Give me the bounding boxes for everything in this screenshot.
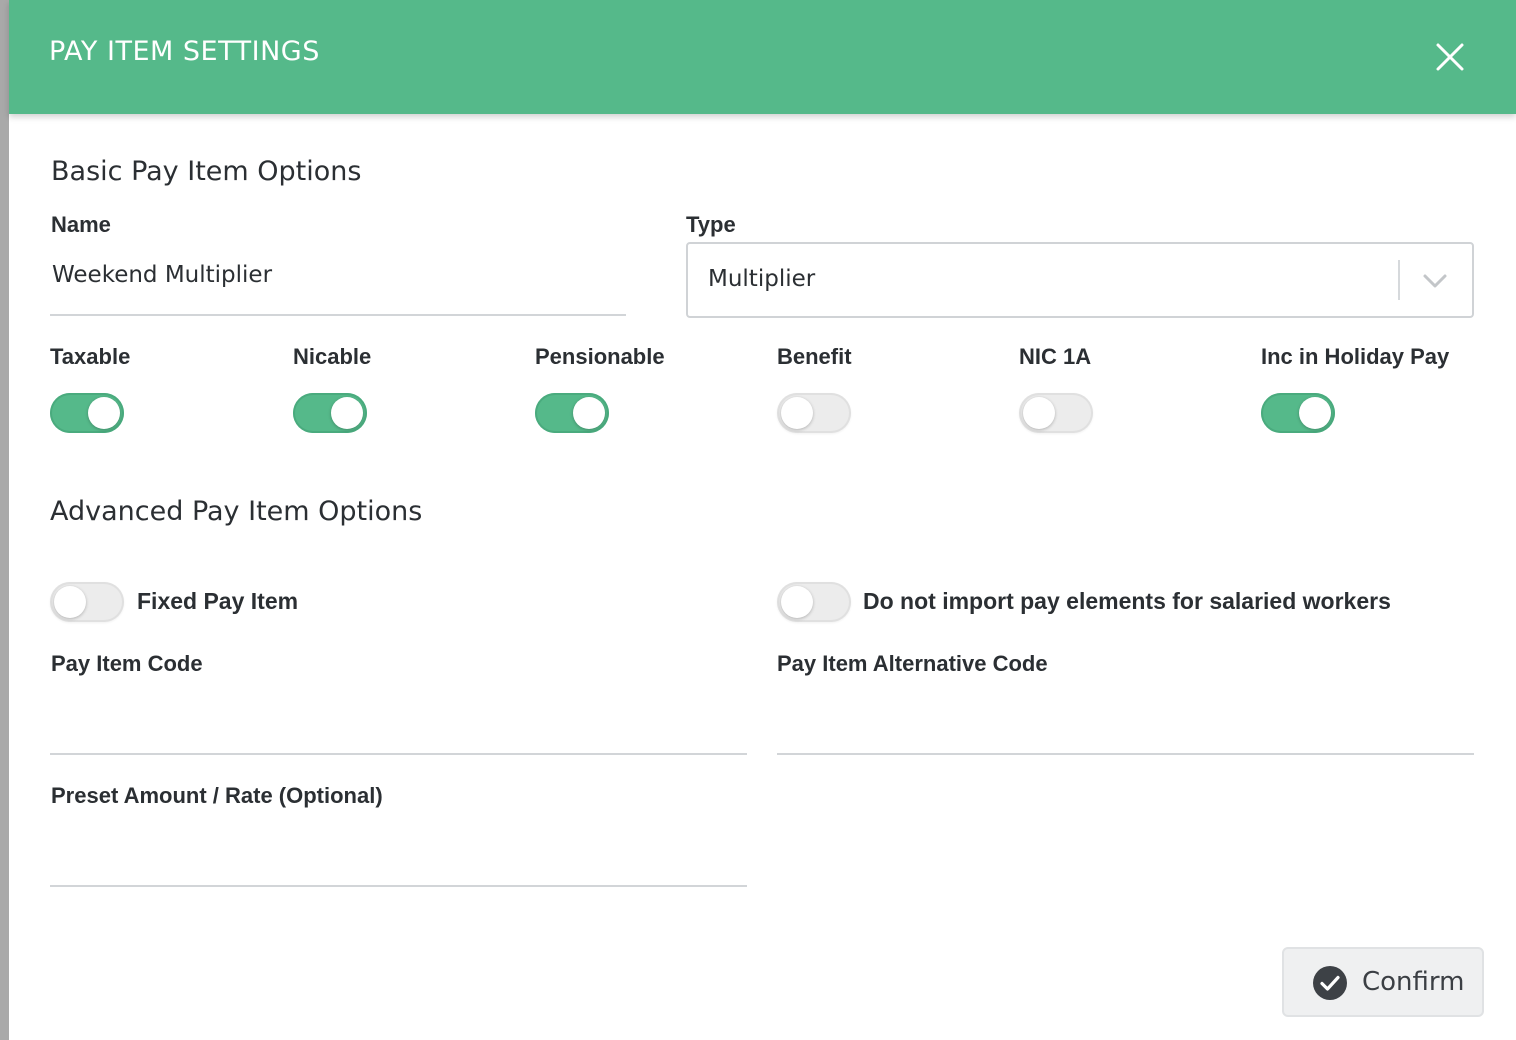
pensionable-label: Pensionable (535, 344, 665, 369)
modal-header: PAY ITEM SETTINGS (9, 0, 1516, 114)
pensionable-toggle[interactable] (535, 393, 609, 433)
nic-1a-toggle[interactable] (1019, 393, 1093, 433)
inc-holiday-pay-toggle[interactable] (1261, 393, 1335, 433)
type-select[interactable]: Multiplier (686, 242, 1474, 318)
select-separator (1398, 260, 1400, 300)
preset-amount-input[interactable] (50, 832, 747, 887)
benefit-label: Benefit (777, 344, 852, 369)
modal-title: PAY ITEM SETTINGS (49, 36, 320, 67)
type-label: Type (686, 212, 736, 237)
name-input[interactable] (50, 256, 626, 316)
taxable-label: Taxable (50, 344, 131, 369)
taxable-toggle[interactable] (50, 393, 124, 433)
confirm-label: Confirm (1362, 967, 1465, 997)
pay-item-code-input[interactable] (50, 700, 747, 755)
close-button[interactable] (1435, 42, 1465, 72)
inc-holiday-pay-label: Inc in Holiday Pay (1261, 344, 1450, 369)
alt-code-label: Pay Item Alternative Code (777, 651, 1048, 676)
close-icon (1436, 43, 1464, 71)
chevron-down-icon[interactable] (1422, 270, 1448, 292)
basic-options-title: Basic Pay Item Options (51, 156, 362, 187)
alt-code-input[interactable] (777, 700, 1474, 755)
fixed-pay-item-toggle[interactable] (50, 582, 124, 622)
benefit-toggle[interactable] (777, 393, 851, 433)
nicable-label: Nicable (293, 344, 372, 369)
advanced-options-title: Advanced Pay Item Options (50, 496, 423, 527)
fixed-pay-item-label: Fixed Pay Item (137, 588, 299, 614)
type-select-value: Multiplier (708, 266, 816, 292)
no-import-label: Do not import pay elements for salaried … (863, 588, 1391, 614)
name-label: Name (51, 212, 111, 237)
nic-1a-label: NIC 1A (1019, 344, 1092, 369)
nicable-toggle[interactable] (293, 393, 367, 433)
check-circle-icon (1312, 965, 1348, 1001)
confirm-button[interactable]: Confirm (1282, 947, 1484, 1017)
pay-item-settings-modal: PAY ITEM SETTINGS Basic Pay Item Options… (9, 0, 1516, 1040)
no-import-toggle[interactable] (777, 582, 851, 622)
pay-item-code-label: Pay Item Code (51, 651, 203, 676)
preset-amount-label: Preset Amount / Rate (Optional) (51, 783, 383, 808)
